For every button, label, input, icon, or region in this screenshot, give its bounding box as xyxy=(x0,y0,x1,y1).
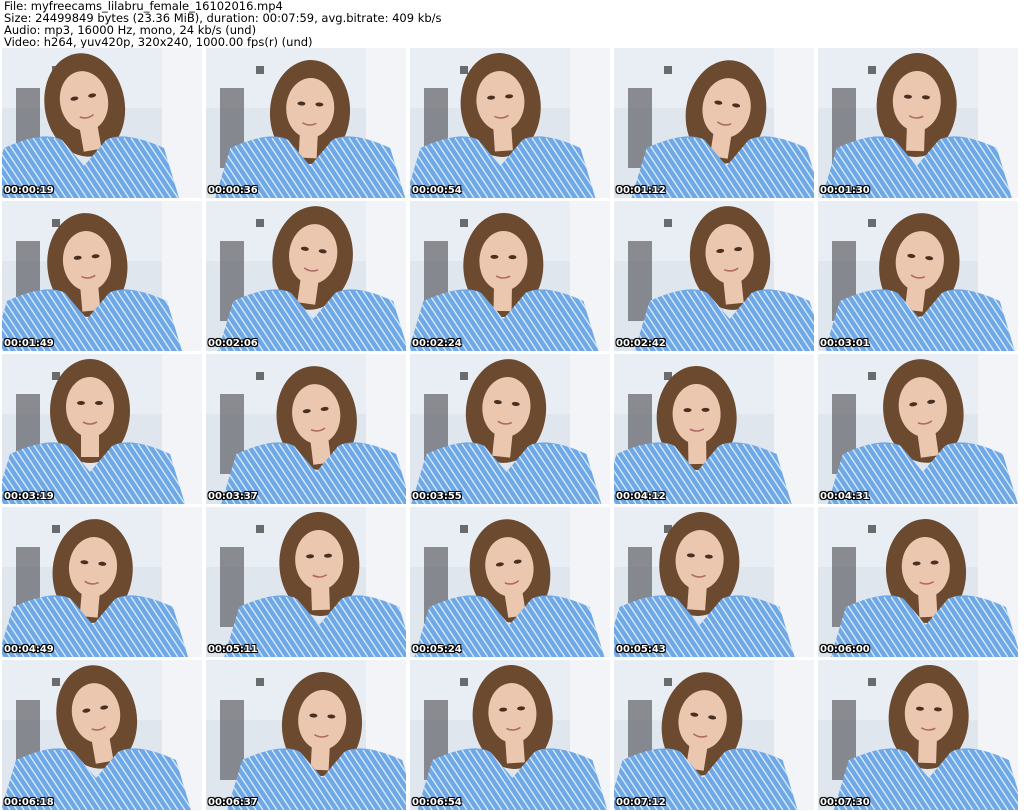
video-thumbnail: 00:04:49 xyxy=(2,507,202,657)
video-thumbnail: 00:00:36 xyxy=(206,48,406,198)
video-thumbnail: 00:02:24 xyxy=(410,201,610,351)
thumbnail-timestamp: 00:01:12 xyxy=(616,185,666,196)
thumbnail-timestamp: 00:06:18 xyxy=(4,797,54,808)
webcam-frame-image xyxy=(206,201,406,351)
thumbnail-grid: 00:00:19 00:00:36 00:00:54 00:01:12 00:0… xyxy=(2,48,1024,811)
thumbnail-timestamp: 00:05:43 xyxy=(616,644,666,655)
webcam-frame-image xyxy=(614,48,814,198)
thumbnail-timestamp: 00:03:55 xyxy=(412,491,462,502)
video-thumbnail: 00:07:30 xyxy=(818,660,1018,810)
video-thumbnail: 00:06:18 xyxy=(2,660,202,810)
video-thumbnail: 00:03:37 xyxy=(206,354,406,504)
video-thumbnail: 00:06:37 xyxy=(206,660,406,810)
thumbnail-timestamp: 00:03:19 xyxy=(4,491,54,502)
thumbnail-timestamp: 00:07:30 xyxy=(820,797,870,808)
thumbnail-timestamp: 00:00:19 xyxy=(4,185,54,196)
thumbnail-timestamp: 00:02:24 xyxy=(412,338,462,349)
thumbnail-timestamp: 00:02:06 xyxy=(208,338,258,349)
webcam-frame-image xyxy=(410,660,610,810)
thumbnail-timestamp: 00:05:11 xyxy=(208,644,258,655)
webcam-frame-image xyxy=(614,354,814,504)
thumbnail-timestamp: 00:01:49 xyxy=(4,338,54,349)
webcam-frame-image xyxy=(2,201,202,351)
webcam-frame-image xyxy=(818,507,1018,657)
video-thumbnail: 00:03:55 xyxy=(410,354,610,504)
webcam-frame-image xyxy=(614,507,814,657)
webcam-frame-image xyxy=(206,660,406,810)
video-thumbnail: 00:03:01 xyxy=(818,201,1018,351)
webcam-frame-image xyxy=(410,48,610,198)
webcam-frame-image xyxy=(206,507,406,657)
webcam-frame-image xyxy=(206,48,406,198)
video-thumbnail: 00:05:43 xyxy=(614,507,814,657)
thumbnail-timestamp: 00:04:49 xyxy=(4,644,54,655)
video-thumbnail: 00:04:31 xyxy=(818,354,1018,504)
thumbnail-timestamp: 00:06:54 xyxy=(412,797,462,808)
thumbnail-timestamp: 00:00:54 xyxy=(412,185,462,196)
webcam-frame-image xyxy=(2,660,202,810)
video-thumbnail: 00:00:54 xyxy=(410,48,610,198)
video-thumbnail: 00:01:49 xyxy=(2,201,202,351)
video-thumbnail: 00:00:19 xyxy=(2,48,202,198)
thumbnail-timestamp: 00:02:42 xyxy=(616,338,666,349)
webcam-frame-image xyxy=(614,201,814,351)
webcam-frame-image xyxy=(410,201,610,351)
thumbnail-timestamp: 00:03:01 xyxy=(820,338,870,349)
thumbnail-timestamp: 00:01:30 xyxy=(820,185,870,196)
thumbnail-timestamp: 00:06:00 xyxy=(820,644,870,655)
video-thumbnail: 00:05:24 xyxy=(410,507,610,657)
video-thumbnail: 00:02:42 xyxy=(614,201,814,351)
webcam-frame-image xyxy=(410,507,610,657)
webcam-frame-image xyxy=(818,660,1018,810)
webcam-frame-image xyxy=(818,201,1018,351)
video-thumbnail: 00:04:12 xyxy=(614,354,814,504)
video-thumbnail: 00:03:19 xyxy=(2,354,202,504)
thumbnail-timestamp: 00:06:37 xyxy=(208,797,258,808)
webcam-frame-image xyxy=(2,507,202,657)
video-thumbnail: 00:06:54 xyxy=(410,660,610,810)
thumbnail-timestamp: 00:04:12 xyxy=(616,491,666,502)
video-info-line: Video: h264, yuv420p, 320x240, 1000.00 f… xyxy=(4,35,313,49)
video-thumbnail: 00:06:00 xyxy=(818,507,1018,657)
webcam-frame-image xyxy=(2,48,202,198)
webcam-frame-image xyxy=(818,48,1018,198)
video-thumbnail: 00:01:12 xyxy=(614,48,814,198)
video-thumbnail: 00:05:11 xyxy=(206,507,406,657)
file-info-header: File: myfreecams_lilabru_female_16102016… xyxy=(4,0,1020,48)
webcam-frame-image xyxy=(818,354,1018,504)
video-thumbnail: 00:01:30 xyxy=(818,48,1018,198)
thumbnail-timestamp: 00:05:24 xyxy=(412,644,462,655)
webcam-frame-image xyxy=(206,354,406,504)
webcam-frame-image xyxy=(2,354,202,504)
thumbnail-timestamp: 00:07:12 xyxy=(616,797,666,808)
video-thumbnail: 00:02:06 xyxy=(206,201,406,351)
video-thumbnail: 00:07:12 xyxy=(614,660,814,810)
thumbnail-timestamp: 00:03:37 xyxy=(208,491,258,502)
webcam-frame-image xyxy=(614,660,814,810)
webcam-frame-image xyxy=(410,354,610,504)
thumbnail-timestamp: 00:00:36 xyxy=(208,185,258,196)
thumbnail-timestamp: 00:04:31 xyxy=(820,491,870,502)
